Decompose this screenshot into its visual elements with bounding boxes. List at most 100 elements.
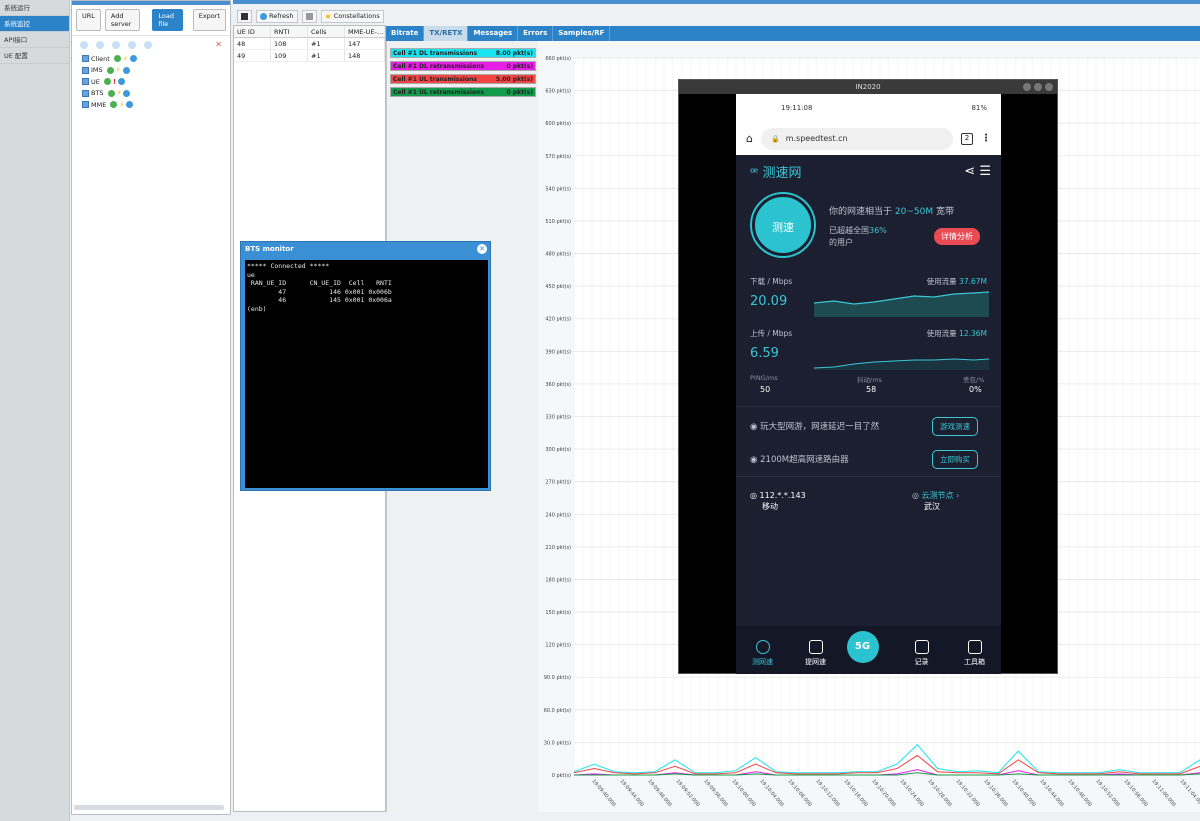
detail-analysis-button[interactable]: 详情分析 [934, 228, 980, 245]
horizontal-scrollbar[interactable] [74, 805, 224, 810]
filter-button[interactable] [301, 9, 317, 23]
upload-label: 上传 / Mbps [750, 329, 793, 338]
x-tick-label: 19:09:40.000 [590, 778, 616, 808]
tree-item-mme[interactable]: MME ⚡ [72, 99, 230, 111]
test-node[interactable]: ◎ 云测节点 › 武汉 [912, 490, 959, 512]
legend-item-dl-retx[interactable]: Cell #1 DL retransmissions 0 pkt(s) [390, 61, 536, 71]
upload-speed: 6.59 [750, 346, 779, 361]
column-header[interactable]: Cells [308, 26, 345, 37]
y-tick-label: 540 pkt(s) [545, 186, 571, 192]
tab-tx-retx[interactable]: TX/RETX [424, 26, 469, 41]
nav-5g[interactable]: 5G [846, 631, 891, 667]
download-speed: 20.09 [750, 294, 788, 309]
nav-item-system-monitor[interactable]: 系统监控 [0, 16, 69, 32]
x-tick-label: 19:10:08.000 [786, 778, 812, 808]
play-icon[interactable] [118, 78, 126, 86]
browser-address-bar: ⌂ 🔒 m.speedtest.cn 2 ⋮ [736, 122, 1001, 155]
y-tick-label: 360 pkt(s) [545, 382, 571, 388]
tab-messages[interactable]: Messages [468, 26, 519, 41]
tab-samples-rf[interactable]: Samples/RF [553, 26, 611, 41]
beat-value: 36% [869, 226, 887, 235]
phone-screen: 19:11:08 81% ⌂ 🔒 m.speedtest.cn 2 ⋮ ꟹ 测速… [736, 94, 1001, 674]
add-icon[interactable] [80, 40, 88, 49]
export-button[interactable]: Export [192, 9, 226, 31]
table-cell: 147 [345, 38, 385, 49]
y-tick-label: 90.0 pkt(s) [544, 675, 571, 681]
window-title-bar[interactable]: IN2020 [679, 80, 1057, 94]
status-ok-icon [110, 101, 118, 109]
url-button[interactable]: URL [76, 9, 101, 31]
tab-count-button[interactable]: 2 [961, 132, 973, 145]
start-test-button[interactable]: 测速 [752, 194, 814, 256]
refresh-icon[interactable] [112, 40, 120, 49]
load-file-button[interactable]: Load file [152, 9, 183, 31]
tree-item-label: MME [91, 100, 107, 109]
tab-bitrate[interactable]: Bitrate [386, 26, 425, 41]
legend-item-dl-tx[interactable]: Cell #1 DL transmissions 8.00 pkt(s) [390, 48, 536, 58]
y-tick-label: 270 pkt(s) [545, 480, 571, 486]
play-icon[interactable] [122, 66, 130, 74]
game-test-button[interactable]: 游戏测速 [932, 417, 978, 436]
nav-item-system-run[interactable]: 系统运行 [0, 0, 69, 16]
table-row[interactable]: 49 109 #1 148 [234, 50, 385, 62]
constellations-button[interactable]: ★ Constellations [320, 9, 384, 23]
tree-item-ue[interactable]: UE ! [72, 76, 230, 88]
legend-item-ul-retx[interactable]: Cell #1 UL retransmissions 0 pkt(s) [390, 87, 536, 97]
nav-item-ue-config[interactable]: UE 配置 [0, 48, 69, 64]
play-icon[interactable] [123, 89, 131, 97]
tab-errors[interactable]: Errors [518, 26, 554, 41]
menu-button[interactable] [237, 9, 252, 23]
home-icon[interactable]: ⌂ [746, 132, 753, 145]
maximize-icon[interactable] [1034, 83, 1042, 91]
bts-monitor-title[interactable]: BTS monitor [241, 242, 490, 257]
tree-item-ims[interactable]: IMS ⚡ [72, 65, 230, 77]
status-ok-icon [113, 55, 121, 63]
divider [736, 406, 1001, 407]
nav-speed-test[interactable]: 测网速 [741, 640, 785, 667]
tree-item-client[interactable]: Client ⚡ [72, 53, 230, 65]
share-icon[interactable]: ⋖ [964, 164, 975, 179]
delete-icon[interactable]: ✕ [215, 40, 222, 49]
nav-toolbox[interactable]: 工具箱 [953, 640, 997, 667]
menu-icon[interactable]: ☰ [979, 164, 991, 179]
main-top-bar [233, 0, 1200, 4]
tree-item-bts[interactable]: BTS ⚡ [72, 88, 230, 100]
url-field[interactable]: 🔒 m.speedtest.cn [760, 127, 953, 150]
promo-games: ◉ 玩大型网游，网速延迟一目了然 [750, 420, 879, 432]
buy-now-button[interactable]: 立即购买 [932, 450, 978, 469]
play-icon[interactable] [126, 101, 134, 109]
x-tick-label: 19:10:24.000 [898, 778, 924, 808]
status-ok-icon [106, 66, 114, 74]
location-icon: ◎ [750, 491, 757, 500]
add-server-button[interactable]: Add server [104, 9, 141, 31]
jitter-label: 抖动/ms [857, 376, 882, 384]
nav-records[interactable]: 记录 [900, 640, 944, 667]
column-header[interactable]: RNTI [271, 26, 308, 37]
server-icon [82, 89, 89, 97]
play-icon[interactable] [129, 55, 137, 63]
minimize-icon[interactable] [1023, 83, 1031, 91]
close-icon[interactable]: ✕ [477, 244, 487, 254]
nav-boost-speed[interactable]: 提网速 [794, 640, 838, 667]
y-tick-label: 240 pkt(s) [545, 512, 571, 518]
legend-item-ul-tx[interactable]: Cell #1 UL transmissions 5.00 pkt(s) [390, 74, 536, 84]
tree-item-label: IMS [91, 66, 103, 75]
bts-terminal[interactable]: ***** Connected ***** ue RAN_UE_ID CN_UE… [245, 260, 488, 488]
column-header[interactable]: MME-UE-… [345, 26, 385, 37]
column-header[interactable]: UE ID [234, 26, 271, 37]
nav-item-api[interactable]: API接口 [0, 32, 69, 48]
node-label: 云测节点 [921, 491, 954, 500]
play-icon[interactable] [144, 40, 152, 49]
usage-label: 使用流量 [926, 277, 957, 286]
download-usage: 使用流量 37.67M [927, 276, 987, 287]
y-tick-label: 480 pkt(s) [545, 252, 571, 258]
x-tick-label: 19:10:28.000 [926, 778, 952, 808]
connect-icon[interactable] [96, 40, 104, 49]
more-icon[interactable]: ⋮ [981, 133, 991, 144]
x-tick-label: 19:10:48.000 [1066, 778, 1092, 808]
status-ok-icon [107, 89, 115, 97]
close-icon[interactable] [1045, 83, 1053, 91]
table-row[interactable]: 48 108 #1 147 [234, 38, 385, 50]
refresh-button[interactable]: Refresh [256, 9, 298, 23]
settings-icon[interactable] [128, 40, 136, 49]
